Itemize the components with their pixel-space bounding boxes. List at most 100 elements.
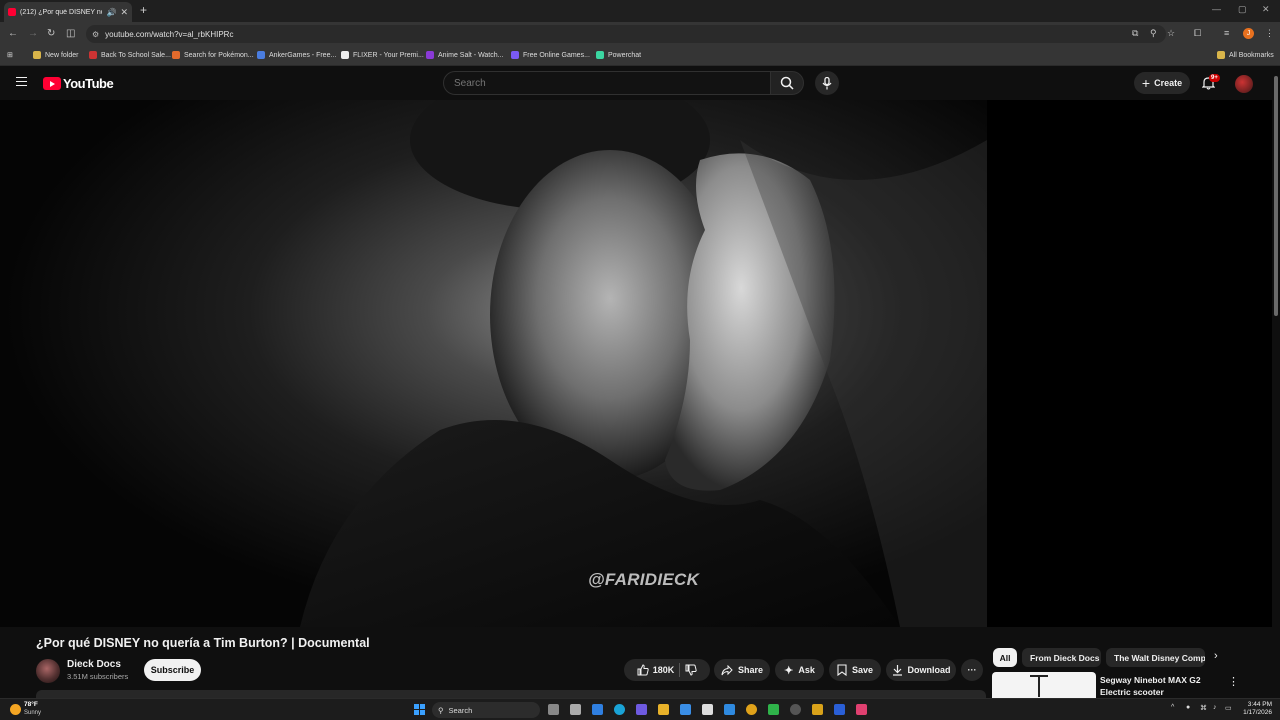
apps-grid-icon[interactable]: ⊞ (7, 51, 13, 59)
ask-button[interactable]: ✦ Ask (775, 659, 824, 681)
account-avatar[interactable] (1235, 75, 1253, 93)
bookmark-item[interactable]: New folder (33, 51, 78, 59)
bookmark-item[interactable]: Powerchat (596, 51, 641, 59)
search-button[interactable] (770, 71, 804, 95)
recommended-video-thumbnail[interactable] (992, 672, 1096, 698)
minimize-icon[interactable]: — (1212, 4, 1221, 14)
maximize-icon[interactable]: ▢ (1238, 4, 1247, 15)
channel-avatar[interactable] (36, 659, 60, 683)
site-info-icon[interactable]: ⚙ (92, 30, 99, 39)
new-tab-button[interactable]: + (140, 3, 147, 17)
save-label: Save (851, 665, 874, 675)
cast-icon[interactable]: ⧉ (1132, 28, 1138, 39)
store-icon[interactable] (702, 704, 713, 715)
mail-icon[interactable] (724, 704, 735, 715)
sun-icon (10, 703, 21, 715)
photos-icon[interactable] (592, 704, 603, 715)
save-button[interactable]: Save (829, 659, 881, 681)
bookmark-item[interactable]: Back To School Sale... (89, 51, 171, 59)
browser-profile-avatar[interactable]: J (1243, 28, 1254, 39)
bookmark-label: Powerchat (608, 51, 642, 59)
like-divider (679, 663, 681, 677)
close-tab-icon[interactable]: ✕ (120, 7, 128, 18)
share-icon (721, 664, 733, 675)
media-control-icon[interactable]: ≡ (1224, 28, 1229, 38)
back-icon[interactable]: ← (8, 28, 18, 39)
thumbs-up-icon (637, 664, 649, 676)
download-button[interactable]: Download (886, 659, 956, 681)
chrome-browser-icon[interactable] (746, 704, 757, 715)
settings-gear-icon[interactable] (570, 704, 581, 715)
like-count: 180K (652, 665, 675, 675)
voice-search-button[interactable] (815, 71, 839, 95)
search-input[interactable] (443, 71, 771, 95)
description-box[interactable] (36, 690, 986, 698)
bookmark-star-icon[interactable]: ☆ (1167, 28, 1175, 39)
mic-tray-icon[interactable]: ● (1186, 704, 1190, 711)
bookmark-item[interactable]: AnkerGames - Free... (257, 51, 336, 59)
guide-menu-icon[interactable] (16, 77, 27, 86)
game-app-icon[interactable] (856, 704, 867, 715)
thumbs-down-icon[interactable] (685, 664, 697, 676)
bookmark-item[interactable]: Free Online Games... (511, 51, 590, 59)
taskbar-clock[interactable]: 3:44 PM 1/17/2026 (1236, 701, 1272, 717)
subscribe-button[interactable]: Subscribe (144, 659, 201, 681)
address-bar[interactable]: ⚙ youtube.com/watch?v=al_rbKHIPRc (86, 25, 1166, 43)
more-vertical-icon[interactable]: ⋮ (1228, 675, 1239, 688)
zoom-icon[interactable]: ⚲ (1150, 28, 1157, 39)
malwarebytes-icon[interactable] (834, 704, 845, 715)
extensions-icon[interactable]: ⧠ (1194, 28, 1201, 39)
video-frame[interactable]: @FARIDIECK (0, 100, 987, 627)
reload-icon[interactable]: ↻ (47, 28, 55, 39)
copilot-icon[interactable] (636, 704, 647, 715)
create-button[interactable]: + Create (1134, 72, 1190, 94)
battery-icon[interactable]: ▭ (1225, 704, 1232, 712)
bookmark-item[interactable]: Anime Salt - Watch... (426, 51, 503, 59)
video-watermark: @FARIDIECK (588, 570, 700, 589)
channel-name[interactable]: Dieck Docs (67, 659, 121, 670)
media-player-icon[interactable] (768, 704, 779, 715)
page-scrollbar[interactable] (1272, 66, 1280, 698)
video-player[interactable]: @FARIDIECK (0, 100, 1272, 627)
microphone-icon (822, 76, 832, 89)
bookmark-item[interactable]: FLIXER - Your Premi... (341, 51, 424, 59)
side-panel-icon[interactable]: ◫ (66, 28, 75, 39)
task-view-icon[interactable] (548, 704, 559, 715)
speaker-icon[interactable]: 🔊 (106, 8, 116, 17)
bookmark-item[interactable]: Search for Pokémon... (172, 51, 254, 59)
github-icon[interactable] (790, 704, 801, 715)
recommended-video-title[interactable]: Segway Ninebot MAX G2 Electric scooter (1100, 674, 1210, 698)
tray-chevron-icon[interactable]: ^ (1171, 704, 1174, 711)
bookmark-favicon-icon (511, 51, 519, 59)
browser-tab-active[interactable]: (212) ¿Por qué DISNEY no q 🔊 ✕ (4, 2, 132, 22)
close-window-icon[interactable]: ✕ (1262, 4, 1270, 15)
file-explorer-icon[interactable] (658, 704, 669, 715)
taskbar-search[interactable]: ⚲ Search (432, 702, 540, 718)
browser-menu-icon[interactable]: ⋮ (1265, 28, 1274, 39)
scrollbar-thumb[interactable] (1274, 76, 1278, 316)
bookmark-label: FLIXER - Your Premi... (353, 51, 424, 59)
weather-widget[interactable]: 78°F Sunny (10, 701, 41, 717)
chip-related-topic[interactable]: The Walt Disney Compa (1106, 648, 1205, 667)
youtube-logo[interactable]: YouTube (43, 76, 114, 91)
video-title: ¿Por qué DISNEY no quería a Tim Burton? … (36, 636, 370, 650)
edge-browser-icon[interactable] (614, 704, 625, 715)
forward-icon[interactable]: → (28, 28, 38, 39)
chevron-right-icon[interactable]: › (1214, 650, 1218, 662)
share-button[interactable]: Share (714, 659, 770, 681)
like-button[interactable]: 180K (637, 664, 675, 676)
chip-from-channel[interactable]: From Dieck Docs (1022, 648, 1101, 667)
volume-icon[interactable]: ♪ (1213, 704, 1217, 711)
sparkle-icon: ✦ (784, 664, 794, 677)
youtube-logo-text: YouTube (63, 76, 114, 91)
chip-all[interactable]: All (993, 648, 1017, 667)
bookmark-label: Free Online Games... (523, 51, 590, 59)
extension-app-icon[interactable] (812, 704, 823, 715)
start-windows-icon[interactable] (414, 704, 425, 715)
network-icon[interactable]: ⌘ (1200, 704, 1207, 712)
more-actions-button[interactable]: ··· (961, 659, 983, 681)
all-bookmarks-button[interactable]: All Bookmarks (1217, 51, 1274, 59)
clock-time: 3:44 PM (1247, 701, 1272, 708)
bookmark-favicon-icon (596, 51, 604, 59)
notepad-icon[interactable] (680, 704, 691, 715)
